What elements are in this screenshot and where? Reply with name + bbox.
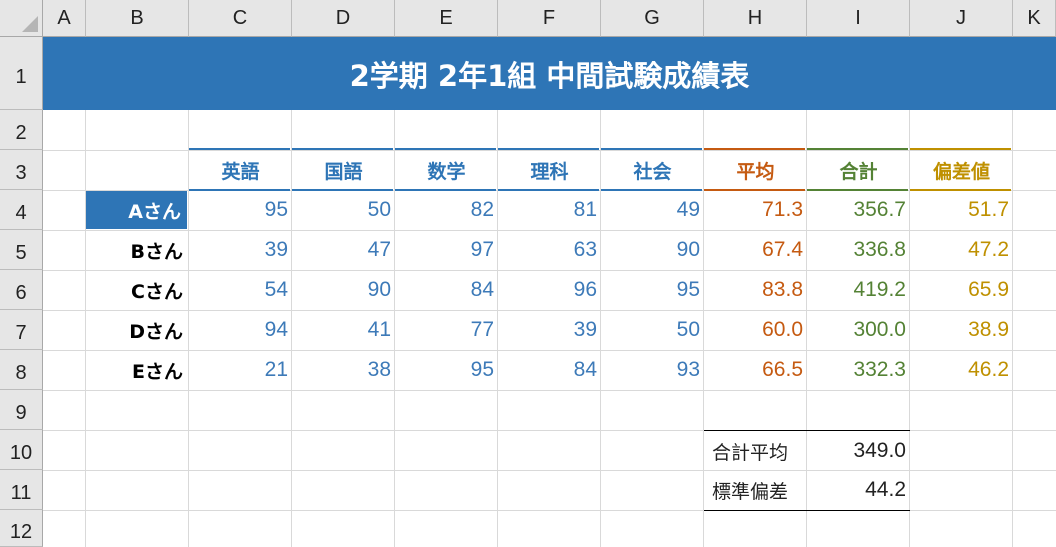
- column-header-j[interactable]: J: [910, 0, 1013, 37]
- student-name-cell[interactable]: Cさん: [86, 270, 189, 310]
- row-header-5[interactable]: 5: [0, 230, 43, 270]
- header-science[interactable]: 理科: [498, 150, 601, 190]
- score-cell[interactable]: 63: [498, 230, 601, 270]
- deviation-cell[interactable]: 65.9: [910, 270, 1013, 310]
- score-cell[interactable]: 38: [292, 350, 395, 390]
- score-cell[interactable]: 96: [498, 270, 601, 310]
- column-header-g[interactable]: G: [601, 0, 704, 37]
- score-cell[interactable]: 84: [498, 350, 601, 390]
- deviation-cell[interactable]: 46.2: [910, 350, 1013, 390]
- score-cell[interactable]: 47: [292, 230, 395, 270]
- score-cell[interactable]: 50: [292, 190, 395, 230]
- score-cell[interactable]: 97: [395, 230, 498, 270]
- header-deviation[interactable]: 偏差値: [910, 150, 1013, 190]
- sheet-title[interactable]: 2学期 2年1組 中間試験成績表: [43, 37, 1056, 110]
- score-cell[interactable]: 77: [395, 310, 498, 350]
- column-header-f[interactable]: F: [498, 0, 601, 37]
- score-cell[interactable]: 81: [498, 190, 601, 230]
- row-header-6[interactable]: 6: [0, 270, 43, 310]
- row-header-1[interactable]: 1: [0, 37, 43, 110]
- score-cell[interactable]: 50: [601, 310, 704, 350]
- score-cell[interactable]: 94: [189, 310, 292, 350]
- score-cell[interactable]: 21: [189, 350, 292, 390]
- average-cell[interactable]: 83.8: [704, 270, 807, 310]
- score-cell[interactable]: 90: [292, 270, 395, 310]
- row-header-11[interactable]: 11: [0, 470, 43, 510]
- average-cell[interactable]: 60.0: [704, 310, 807, 350]
- total-average-value[interactable]: 349.0: [807, 431, 910, 471]
- student-name-cell[interactable]: Bさん: [86, 230, 189, 270]
- score-cell[interactable]: 39: [498, 310, 601, 350]
- column-header-a[interactable]: A: [43, 0, 86, 37]
- column-header-b[interactable]: B: [86, 0, 189, 37]
- score-cell[interactable]: 95: [601, 270, 704, 310]
- row-header-9[interactable]: 9: [0, 390, 43, 430]
- row-header-2[interactable]: 2: [0, 110, 43, 150]
- score-cell[interactable]: 39: [189, 230, 292, 270]
- spreadsheet: A B C D E F G H I J K 1 2 3 4 5 6 7 8 9 …: [0, 0, 1056, 547]
- deviation-cell[interactable]: 38.9: [910, 310, 1013, 350]
- average-cell[interactable]: 66.5: [704, 350, 807, 390]
- header-english[interactable]: 英語: [189, 150, 292, 190]
- header-japanese[interactable]: 国語: [292, 150, 395, 190]
- total-cell[interactable]: 300.0: [807, 310, 910, 350]
- select-all-button[interactable]: [0, 0, 43, 37]
- header-social[interactable]: 社会: [601, 150, 704, 190]
- row-header-8[interactable]: 8: [0, 350, 43, 390]
- column-header-c[interactable]: C: [189, 0, 292, 37]
- score-cell[interactable]: 90: [601, 230, 704, 270]
- deviation-cell[interactable]: 47.2: [910, 230, 1013, 270]
- select-all-icon: [22, 16, 38, 32]
- student-name-cell[interactable]: Dさん: [86, 310, 189, 350]
- score-cell[interactable]: 84: [395, 270, 498, 310]
- student-name-cell[interactable]: Eさん: [86, 350, 189, 390]
- row-header-7[interactable]: 7: [0, 310, 43, 350]
- student-name-cell[interactable]: Aさん: [86, 191, 187, 229]
- score-cell[interactable]: 93: [601, 350, 704, 390]
- score-cell[interactable]: 95: [189, 190, 292, 230]
- row-header-12[interactable]: 12: [0, 510, 43, 547]
- score-cell[interactable]: 41: [292, 310, 395, 350]
- total-average-label[interactable]: 合計平均: [704, 431, 807, 471]
- score-cell[interactable]: 54: [189, 270, 292, 310]
- std-dev-value[interactable]: 44.2: [807, 470, 910, 510]
- score-cell[interactable]: 82: [395, 190, 498, 230]
- std-dev-label[interactable]: 標準偏差: [704, 470, 807, 510]
- header-math[interactable]: 数学: [395, 150, 498, 190]
- row-header-3[interactable]: 3: [0, 150, 43, 190]
- summary-bottom-border: [704, 510, 910, 511]
- total-cell[interactable]: 419.2: [807, 270, 910, 310]
- column-header-e[interactable]: E: [395, 0, 498, 37]
- score-cell[interactable]: 49: [601, 190, 704, 230]
- column-header-i[interactable]: I: [807, 0, 910, 37]
- row-header-10[interactable]: 10: [0, 430, 43, 470]
- gridline: [43, 390, 1056, 391]
- column-header-k[interactable]: K: [1013, 0, 1056, 37]
- column-header-d[interactable]: D: [292, 0, 395, 37]
- deviation-cell[interactable]: 51.7: [910, 190, 1013, 230]
- column-header-h[interactable]: H: [704, 0, 807, 37]
- average-cell[interactable]: 71.3: [704, 190, 807, 230]
- average-cell[interactable]: 67.4: [704, 230, 807, 270]
- total-cell[interactable]: 356.7: [807, 190, 910, 230]
- total-cell[interactable]: 332.3: [807, 350, 910, 390]
- header-total[interactable]: 合計: [807, 150, 910, 190]
- header-average[interactable]: 平均: [704, 150, 807, 190]
- total-cell[interactable]: 336.8: [807, 230, 910, 270]
- score-cell[interactable]: 95: [395, 350, 498, 390]
- row-header-4[interactable]: 4: [0, 190, 43, 230]
